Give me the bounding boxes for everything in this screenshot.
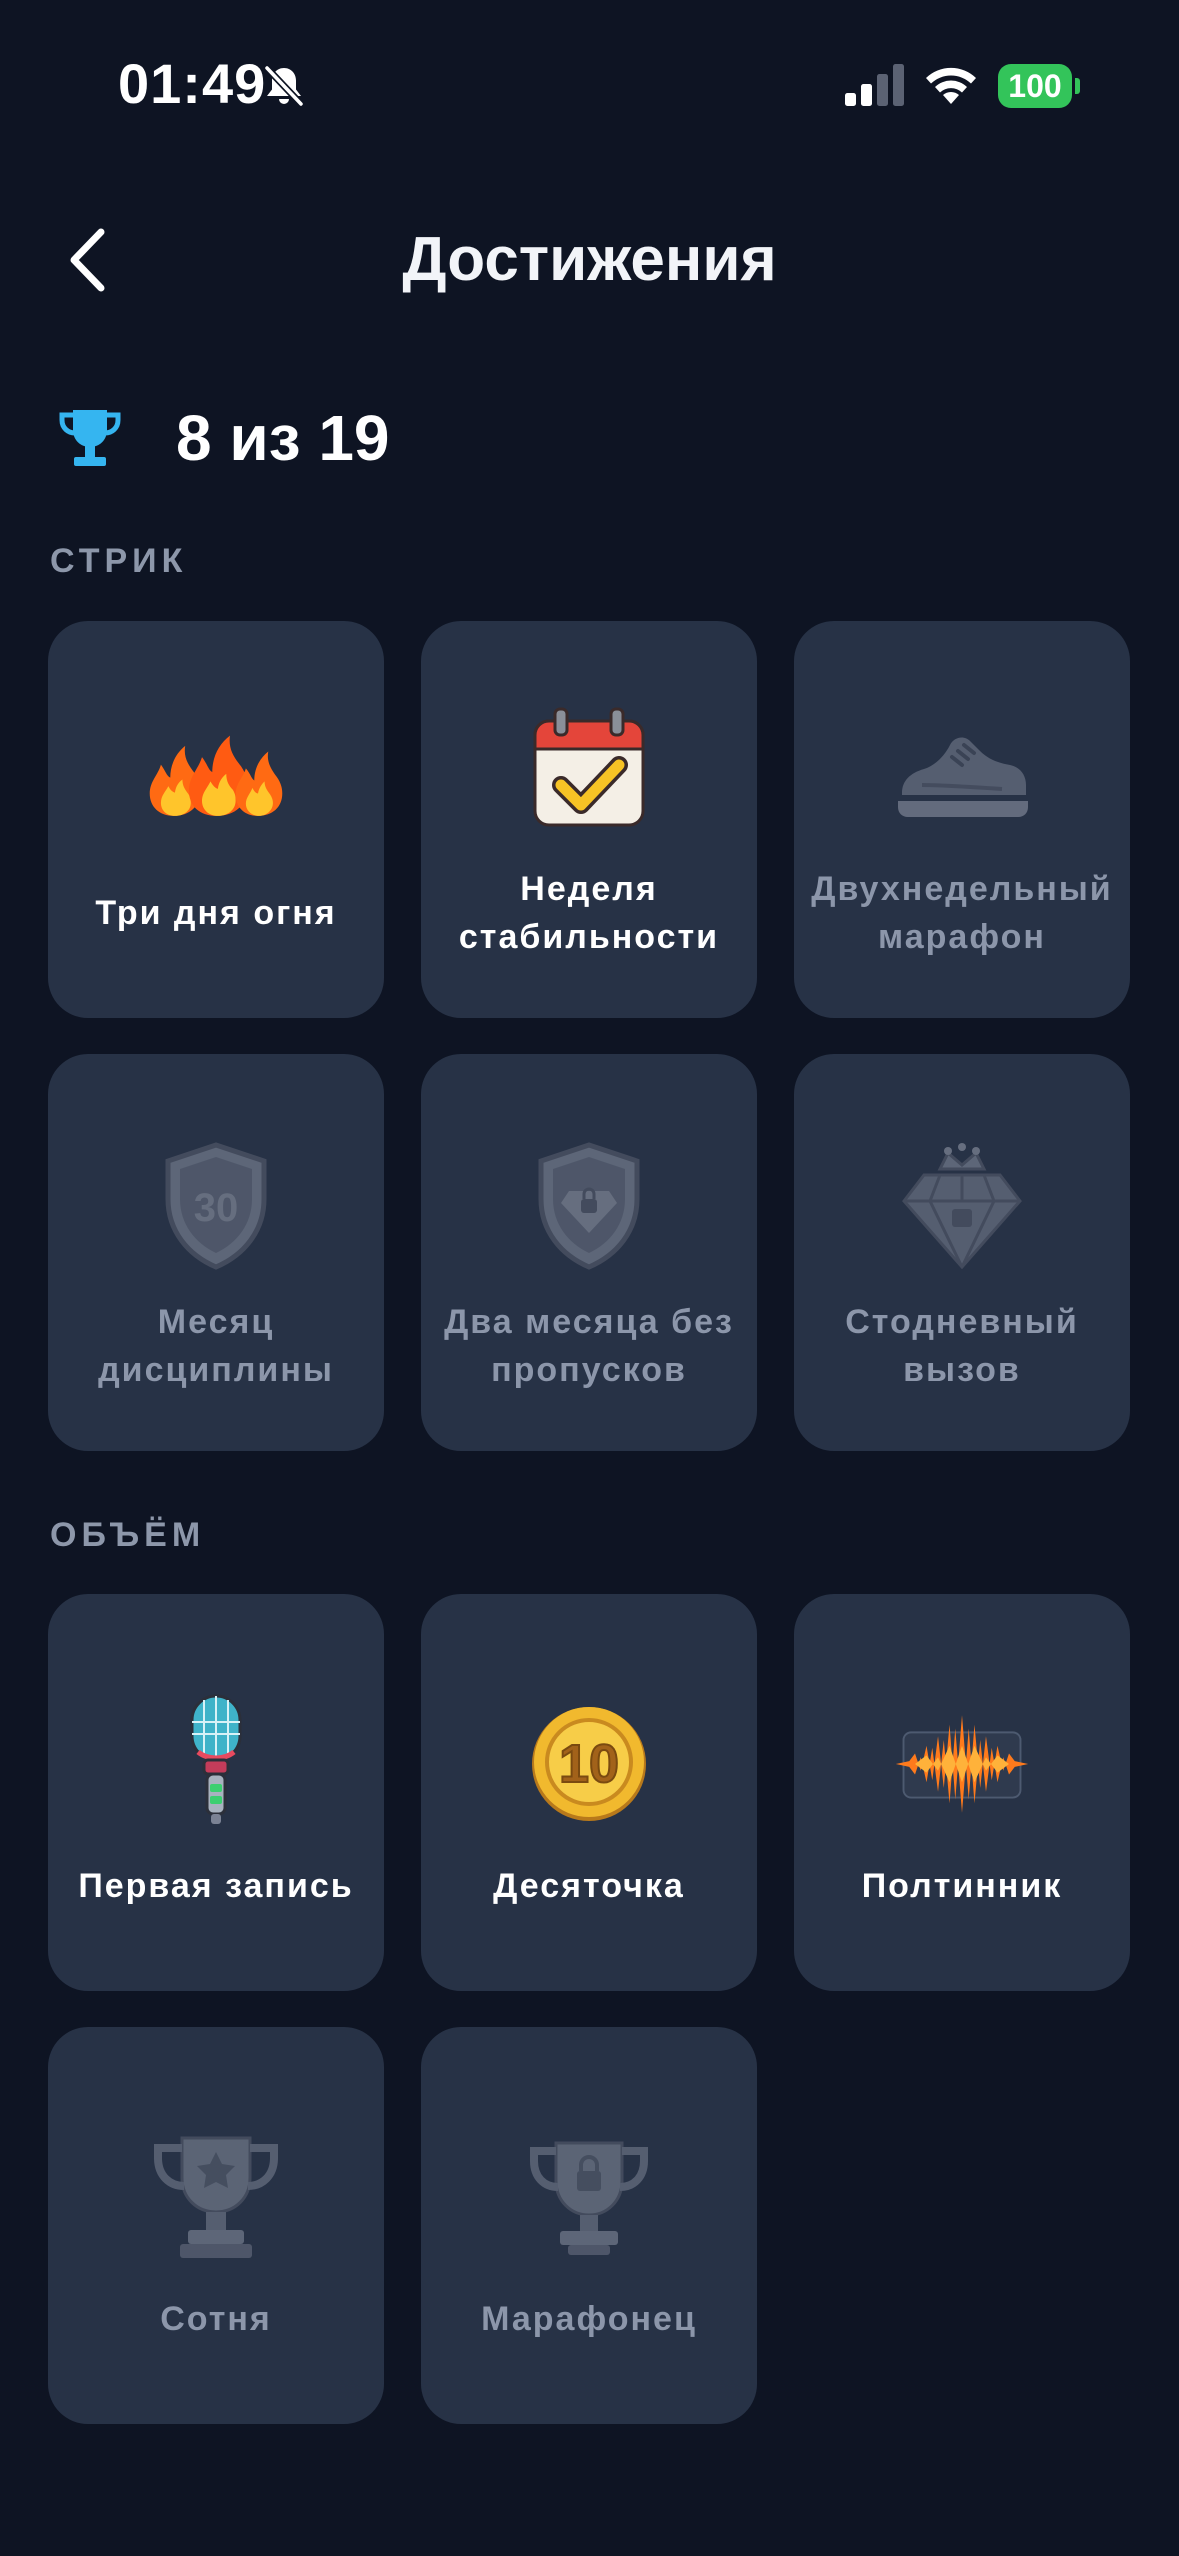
- section-title-volume: ОБЪЁМ: [50, 1516, 206, 1554]
- shield-30-icon: 30: [146, 1136, 286, 1276]
- microphone-icon: [146, 1690, 286, 1830]
- sound-wave-icon: [892, 1694, 1032, 1834]
- streak-achievements-grid: Три дня огня Неделя стабильности Двухнед: [48, 621, 1131, 1451]
- achievement-label: Двухнедельный марафон: [811, 870, 1113, 956]
- cellular-signal-icon: [845, 64, 904, 106]
- trophy-icon: [59, 410, 121, 466]
- section-title-streak: СТРИК: [50, 542, 188, 580]
- battery-indicator: 100: [998, 64, 1080, 108]
- achievement-week-stability[interactable]: Неделя стабильности: [421, 621, 757, 1018]
- achievement-first-record[interactable]: Первая запись: [48, 1594, 384, 1991]
- shield-gem-icon: [519, 1136, 659, 1276]
- achievement-label: Месяц дисциплины: [98, 1303, 334, 1389]
- achievement-hundred-day-challenge[interactable]: Стодневный вызов: [794, 1054, 1130, 1451]
- achievement-label: Полтинник: [861, 1867, 1063, 1905]
- trophy-star-icon: [146, 2127, 286, 2267]
- achievement-label: Стодневный вызов: [845, 1303, 1079, 1389]
- three-flames-icon: [146, 703, 286, 843]
- achievements-summary: 8 из 19: [56, 398, 390, 478]
- volume-achievements-grid: Первая запись 10 Десяточка Полтинник Сот…: [48, 1594, 1131, 2424]
- achievement-label: Десяточка: [493, 1867, 685, 1905]
- battery-level: 100: [998, 64, 1072, 108]
- gold-coin-10-icon: 10: [519, 1694, 659, 1834]
- achievement-label: Неделя стабильности: [458, 870, 720, 956]
- status-bar: 01:49 100: [0, 0, 1179, 175]
- battery-tip: [1075, 78, 1080, 94]
- bell-slash-icon: [264, 65, 304, 107]
- achievement-label: Марафонец: [481, 2300, 697, 2338]
- sneaker-icon: [892, 703, 1032, 843]
- achievement-label: Два месяца без пропусков: [444, 1303, 734, 1389]
- calendar-check-icon: [519, 699, 659, 839]
- achievement-ten[interactable]: 10 Десяточка: [421, 1594, 757, 1991]
- achievement-two-week-marathon[interactable]: Двухнедельный марафон: [794, 621, 1130, 1018]
- achievement-three-days-fire[interactable]: Три дня огня: [48, 621, 384, 1018]
- achievement-hundred[interactable]: Сотня: [48, 2027, 384, 2424]
- wifi-icon: [926, 67, 976, 104]
- achievements-count: 8 из 19: [176, 402, 390, 474]
- trophy-lock-icon: [519, 2129, 659, 2269]
- svg-text:10: 10: [559, 1734, 619, 1794]
- achievement-marathoner[interactable]: Марафонец: [421, 2027, 757, 2424]
- svg-text:30: 30: [194, 1186, 239, 1230]
- achievement-month-discipline[interactable]: 30 Месяц дисциплины: [48, 1054, 384, 1451]
- diamond-crown-icon: [892, 1136, 1032, 1276]
- achievement-label: Сотня: [160, 2300, 272, 2338]
- page-title: Достижения: [402, 225, 777, 294]
- achievement-two-months-no-skip[interactable]: Два месяца без пропусков: [421, 1054, 757, 1451]
- achievement-fifty[interactable]: Полтинник: [794, 1594, 1130, 1991]
- achievement-label: Первая запись: [78, 1867, 354, 1905]
- status-time: 01:49: [118, 52, 267, 115]
- achievement-label: Три дня огня: [95, 894, 337, 932]
